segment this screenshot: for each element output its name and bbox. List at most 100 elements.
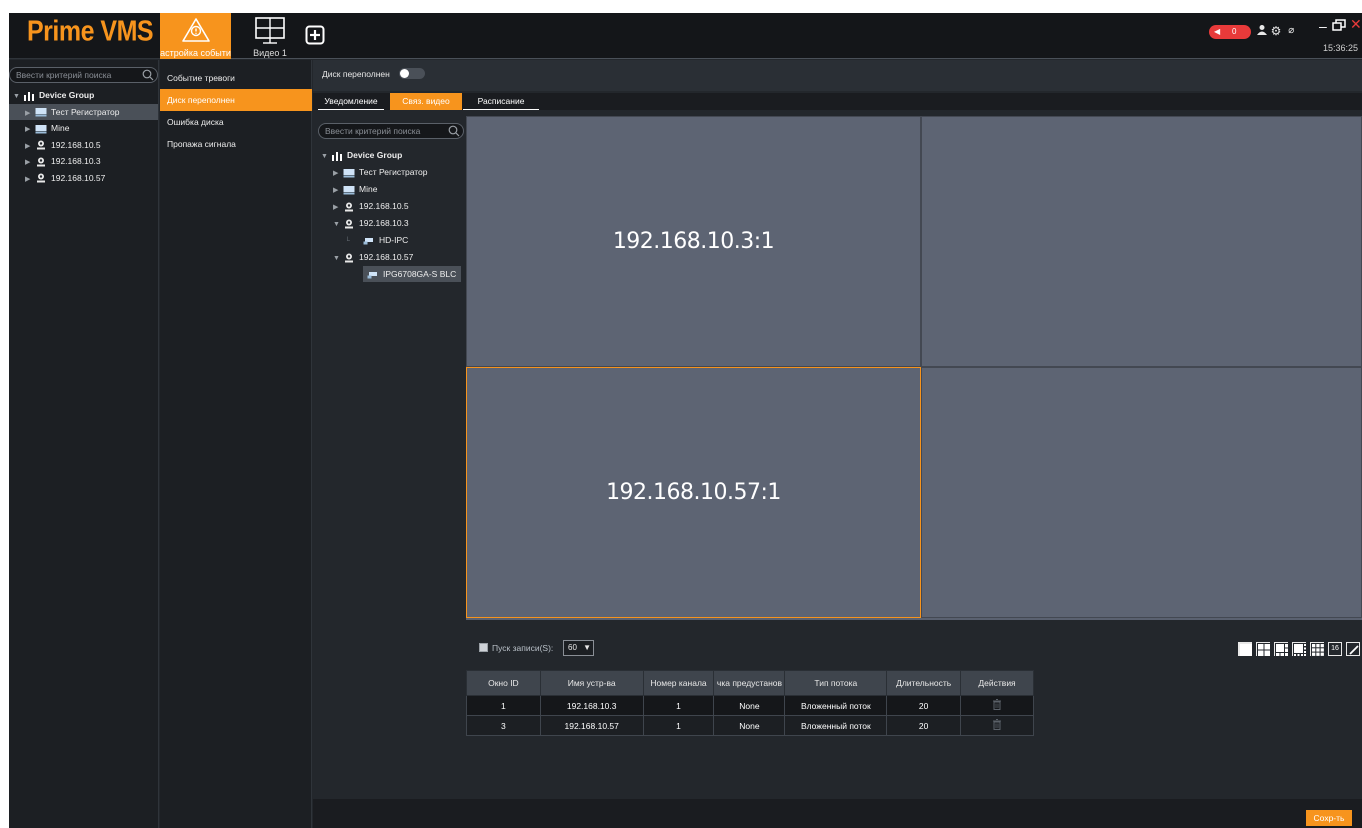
tree-item[interactable]: ▶ 192.168.10.57: [9, 170, 158, 186]
device-search-input[interactable]: Ввести критерий поиска: [9, 67, 158, 83]
camera-device-icon: [343, 218, 359, 229]
restore-icon: [1332, 19, 1346, 31]
app-logo: Prime VMS: [27, 15, 154, 48]
minimize-button[interactable]: –: [1319, 18, 1329, 34]
col-actions: Действия: [960, 670, 1034, 696]
event-disk-error[interactable]: Ошибка диска: [160, 111, 312, 133]
expand-right-icon[interactable]: ▶: [333, 183, 343, 199]
tree-item[interactable]: ▼ Device Group: [313, 147, 461, 163]
gear-icon[interactable]: ⚙: [1269, 24, 1283, 38]
nvr-icon: [35, 107, 51, 117]
event-alarm[interactable]: Событие тревоги: [160, 67, 312, 89]
toggle-knob: [400, 69, 409, 78]
tree-item[interactable]: └ HD-IPC: [313, 232, 461, 248]
layout-16-icon[interactable]: 16: [1328, 642, 1342, 656]
layout-8-icon[interactable]: [1292, 642, 1307, 657]
expand-down-icon[interactable]: ▼: [321, 149, 331, 165]
camera-device-icon: [35, 140, 51, 150]
cell-preset: None: [713, 715, 786, 736]
cell-actions: [960, 695, 1034, 716]
camera-tree: ▼ Device Group ▶ Тест Регистратор ▶ Mine ▶ 192.…: [313, 118, 463, 638]
save-button[interactable]: Сохр-ть: [1306, 810, 1352, 826]
table-row[interactable]: 3 192.168.10.57 1 None Вложенный поток 2…: [466, 715, 1034, 736]
expand-right-icon[interactable]: ▶: [333, 200, 343, 216]
group-icon: [23, 90, 39, 101]
layout-1-icon[interactable]: [1238, 642, 1252, 656]
video-cell-3[interactable]: 192.168.10.57:1: [466, 367, 921, 618]
layout-9-icon[interactable]: [1310, 642, 1325, 657]
disk-full-toggle[interactable]: [399, 68, 425, 79]
tree-item[interactable]: ▶ 192.168.10.5: [313, 198, 461, 214]
tree-item[interactable]: └IPG6708GA-S BLC: [363, 266, 461, 282]
footer-bar: Сохр-ть: [313, 799, 1362, 828]
restore-button[interactable]: [1332, 19, 1346, 31]
tree-item[interactable]: ▼ 192.168.10.3: [313, 215, 461, 231]
alarm-counter-button[interactable]: ◀ 0: [1209, 25, 1251, 39]
tree-item-label: Device Group: [39, 90, 95, 100]
cell-duration: 20: [886, 715, 962, 736]
expand-down-icon[interactable]: ▼: [333, 251, 343, 267]
cell-window-id: 1: [466, 695, 541, 716]
expand-down-icon[interactable]: ▼: [333, 217, 343, 233]
tree-item[interactable]: ▶ Mine: [313, 181, 461, 197]
disk-full-row: Диск переполнен: [313, 60, 1362, 91]
video-cell-2[interactable]: [921, 116, 1362, 367]
alarm-warning-icon: [181, 18, 210, 42]
video-cell-label: 192.168.10.3:1: [612, 229, 775, 254]
group-icon: [331, 150, 347, 161]
tab-notification[interactable]: Уведомление: [318, 93, 384, 110]
cell-actions: [960, 715, 1034, 736]
close-button[interactable]: ✕: [1350, 16, 1362, 33]
tree-item-label: 192.168.10.57: [51, 172, 106, 183]
layout-custom-icon[interactable]: [1346, 642, 1360, 656]
tree-item[interactable]: ▶ Тест Регистратор: [9, 103, 158, 120]
trash-icon[interactable]: [992, 699, 1002, 710]
tree-item[interactable]: ▼ Device Group: [9, 87, 158, 103]
user-icon[interactable]: [1255, 24, 1269, 38]
tree-item[interactable]: ▶ 192.168.10.3: [9, 153, 158, 169]
alarm-count: 0: [1232, 27, 1237, 36]
tree-item[interactable]: ▶ Тест Регистратор: [313, 164, 461, 180]
speed-icon[interactable]: ⌀: [1284, 24, 1298, 38]
cell-window-id: 3: [466, 715, 541, 736]
tab-event-label: астройка событи: [160, 48, 231, 58]
cell-stream-type: Вложенный поток: [784, 715, 888, 736]
video-layout-icon: [255, 17, 285, 44]
video-cell-1[interactable]: 192.168.10.3:1: [466, 116, 921, 367]
tree-item-label: Mine: [359, 184, 378, 194]
col-duration: Длительность: [886, 670, 962, 696]
tree-item[interactable]: ▶ Mine: [9, 120, 158, 136]
nvr-icon: [35, 123, 51, 134]
table-row[interactable]: 1 192.168.10.3 1 None Вложенный поток 20: [466, 695, 1034, 716]
app-window: Prime VMS астройка событи Видео 1 ◀ 0 ⚙ …: [9, 13, 1362, 828]
event-disk-full[interactable]: Диск переполнен: [160, 89, 312, 111]
record-start-checkbox[interactable]: [479, 643, 488, 652]
event-signal-loss[interactable]: Пропажа сигнала: [160, 133, 312, 155]
linked-video-table: Окно ID Имя устр-ва Номер канала чка пре…: [466, 670, 1034, 736]
clock: 15:36:25: [1323, 43, 1359, 53]
tab-event-settings[interactable]: астройка событи: [160, 13, 231, 59]
tree-item[interactable]: ▼ 192.168.10.57: [313, 249, 461, 265]
trash-icon[interactable]: [992, 719, 1002, 730]
tab-linked-video[interactable]: Связ. видео: [390, 93, 462, 110]
col-channel: Номер канала: [642, 670, 715, 696]
expand-right-icon[interactable]: └: [345, 234, 363, 250]
tab-video-1[interactable]: Видео 1: [246, 13, 294, 59]
disk-full-label: Диск переполнен: [322, 69, 390, 79]
expand-right-icon[interactable]: ▶: [25, 172, 35, 188]
tree-item-label: HD-IPC: [379, 235, 409, 245]
add-tab-button[interactable]: [305, 25, 325, 45]
layout-6-icon[interactable]: [1274, 642, 1289, 657]
tree-item[interactable]: ▶ 192.168.10.5: [9, 137, 158, 153]
record-seconds-select[interactable]: 60 ▼: [563, 640, 594, 656]
video-cell-4[interactable]: [921, 367, 1362, 618]
device-panel: Ввести критерий поиска ▼ Device Group ▶ Тес…: [9, 60, 159, 828]
video-grid: 192.168.10.3:1 192.168.10.57:1: [466, 116, 1362, 620]
event-settings-main: Диск переполнен Уведомление Связ. видео …: [313, 60, 1362, 828]
cell-channel: 1: [642, 695, 715, 716]
layout-4-icon[interactable]: [1256, 642, 1271, 657]
tab-schedule[interactable]: Расписание: [463, 93, 539, 110]
expand-right-icon[interactable]: ▶: [333, 166, 343, 182]
col-window-id: Окно ID: [466, 670, 541, 696]
tree-item-label: 192.168.10.5: [51, 139, 101, 150]
